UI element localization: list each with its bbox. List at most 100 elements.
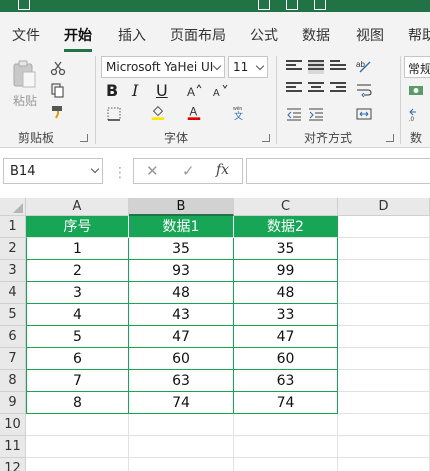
enter-icon[interactable]: ✓ — [182, 162, 195, 180]
empty-cell[interactable] — [338, 436, 430, 458]
align-top-icon[interactable] — [286, 60, 302, 74]
table-cell[interactable]: 3 — [26, 282, 129, 304]
table-cell[interactable]: 35 — [129, 238, 234, 260]
clipboard-launcher-icon[interactable] — [80, 134, 88, 142]
font-name-select[interactable]: Microsoft YaHei UI — [101, 56, 225, 78]
empty-cell[interactable] — [129, 458, 234, 471]
fill-color-icon[interactable] — [150, 104, 166, 120]
select-all-button[interactable] — [0, 198, 26, 216]
table-cell[interactable]: 60 — [129, 348, 234, 370]
table-header-cell[interactable]: 数据2 — [234, 216, 338, 238]
empty-cell[interactable] — [338, 304, 430, 326]
merge-center-icon[interactable] — [356, 106, 372, 122]
tab-file[interactable]: 文件 — [12, 25, 40, 45]
align-center-icon[interactable] — [308, 82, 324, 96]
tab-data[interactable]: 数据 — [302, 25, 330, 45]
table-cell[interactable]: 7 — [26, 370, 129, 392]
underline-button[interactable]: U — [156, 81, 168, 100]
increase-font-icon[interactable]: A — [186, 83, 202, 99]
empty-cell[interactable] — [338, 260, 430, 282]
save-icon[interactable] — [18, 0, 30, 10]
orientation-icon[interactable]: ab — [356, 58, 372, 74]
row-header-12[interactable]: 12 — [0, 458, 26, 471]
table-cell[interactable]: 48 — [129, 282, 234, 304]
table-cell[interactable]: 63 — [129, 370, 234, 392]
increase-indent-icon[interactable] — [308, 106, 324, 122]
row-header-7[interactable]: 7 — [0, 348, 26, 370]
worksheet-grid[interactable]: A B C D 1 2 3 4 5 6 7 8 9 10 11 12 序号 数据… — [0, 198, 430, 471]
tab-formulas[interactable]: 公式 — [250, 25, 278, 45]
empty-cell[interactable] — [338, 414, 430, 436]
font-color-icon[interactable]: A — [186, 104, 202, 120]
table-cell[interactable]: 60 — [234, 348, 338, 370]
empty-cell[interactable] — [338, 216, 430, 238]
copy-icon[interactable] — [50, 82, 66, 98]
font-size-select[interactable]: 11 — [228, 56, 268, 78]
quick-access-icon[interactable] — [258, 0, 270, 10]
alignment-launcher-icon[interactable] — [386, 134, 394, 142]
quick-access-icon[interactable] — [314, 0, 326, 10]
table-cell[interactable]: 47 — [234, 326, 338, 348]
table-cell[interactable]: 4 — [26, 304, 129, 326]
table-cell[interactable]: 43 — [129, 304, 234, 326]
column-header-d[interactable]: D — [338, 198, 430, 216]
tab-home[interactable]: 开始 — [64, 25, 92, 45]
row-header-11[interactable]: 11 — [0, 436, 26, 458]
tab-page-layout[interactable]: 页面布局 — [170, 25, 226, 45]
empty-cell[interactable] — [338, 238, 430, 260]
table-cell[interactable]: 63 — [234, 370, 338, 392]
table-cell[interactable]: 6 — [26, 348, 129, 370]
tab-insert[interactable]: 插入 — [118, 25, 146, 45]
tab-help[interactable]: 帮助 — [408, 25, 430, 45]
tab-view[interactable]: 视图 — [356, 25, 384, 45]
wrap-text-icon[interactable] — [356, 82, 372, 98]
borders-icon[interactable] — [106, 106, 122, 122]
align-middle-icon[interactable] — [308, 60, 324, 74]
row-header-1[interactable]: 1 — [0, 216, 26, 238]
align-bottom-icon[interactable] — [330, 60, 346, 74]
row-header-3[interactable]: 3 — [0, 260, 26, 282]
empty-cell[interactable] — [234, 436, 338, 458]
formula-input[interactable] — [246, 158, 430, 184]
table-cell[interactable]: 1 — [26, 238, 129, 260]
name-box[interactable]: B14 — [3, 158, 103, 184]
empty-cell[interactable] — [338, 282, 430, 304]
format-painter-icon[interactable] — [50, 104, 66, 120]
bold-button[interactable]: B — [106, 81, 118, 100]
decrease-font-icon[interactable]: A — [212, 83, 228, 99]
empty-cell[interactable] — [26, 458, 129, 471]
empty-cell[interactable] — [338, 326, 430, 348]
increase-decimal-icon[interactable]: .0 — [408, 106, 424, 122]
table-cell[interactable]: 47 — [129, 326, 234, 348]
empty-cell[interactable] — [338, 348, 430, 370]
table-header-cell[interactable]: 序号 — [26, 216, 129, 238]
paste-icon[interactable] — [12, 60, 38, 90]
insert-function-icon[interactable]: fx — [216, 162, 229, 178]
row-header-9[interactable]: 9 — [0, 392, 26, 414]
row-header-6[interactable]: 6 — [0, 326, 26, 348]
empty-cell[interactable] — [129, 414, 234, 436]
formula-bar-splitter-icon[interactable]: ⋮ — [113, 165, 127, 181]
table-cell[interactable]: 35 — [234, 238, 338, 260]
table-cell[interactable]: 5 — [26, 326, 129, 348]
table-cell[interactable]: 74 — [129, 392, 234, 414]
cancel-icon[interactable]: ✕ — [146, 162, 159, 180]
align-right-icon[interactable] — [330, 82, 346, 96]
column-header-b[interactable]: B — [129, 198, 234, 216]
table-cell[interactable]: 8 — [26, 392, 129, 414]
empty-cell[interactable] — [26, 436, 129, 458]
empty-cell[interactable] — [234, 414, 338, 436]
row-header-5[interactable]: 5 — [0, 304, 26, 326]
row-header-2[interactable]: 2 — [0, 238, 26, 260]
phonetic-guide-icon[interactable]: wén 文 — [232, 104, 248, 120]
row-header-4[interactable]: 4 — [0, 282, 26, 304]
column-header-a[interactable]: A — [26, 198, 129, 216]
empty-cell[interactable] — [338, 392, 430, 414]
quick-access-icon[interactable] — [286, 0, 298, 10]
font-launcher-icon[interactable] — [262, 134, 270, 142]
empty-cell[interactable] — [338, 458, 430, 471]
cut-icon[interactable] — [50, 60, 66, 76]
empty-cell[interactable] — [26, 414, 129, 436]
number-format-select[interactable]: 常规 — [404, 56, 430, 78]
empty-cell[interactable] — [234, 458, 338, 471]
